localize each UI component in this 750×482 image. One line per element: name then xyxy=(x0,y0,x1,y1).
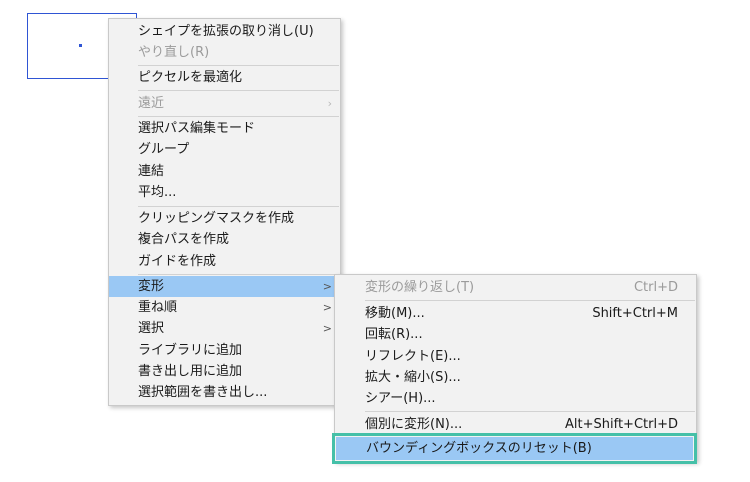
menu-item-group[interactable]: グループ xyxy=(109,139,340,160)
submenu-item-reflect[interactable]: リフレクト(E)... xyxy=(335,346,696,367)
menu-item-label: 移動(M)... xyxy=(365,306,425,321)
chevron-right-icon: › xyxy=(327,97,332,110)
menu-item-label: 複合パスを作成 xyxy=(138,232,230,247)
menu-item-average[interactable]: 平均... xyxy=(109,182,340,203)
menu-separator xyxy=(365,300,695,301)
menu-item-label: ライブラリに追加 xyxy=(138,343,243,358)
shape-center-point xyxy=(79,44,82,47)
menu-item-shortcut: Ctrl+D xyxy=(633,280,678,295)
submenu-item-shear[interactable]: シアー(H)... xyxy=(335,388,696,409)
menu-item-make-clipping-mask[interactable]: クリッピングマスクを作成 xyxy=(109,208,340,229)
menu-item-label: ガイドを作成 xyxy=(138,254,217,269)
menu-item-shortcut: Shift+Ctrl+M xyxy=(592,306,678,321)
menu-item-label: ピクセルを最適化 xyxy=(138,70,243,85)
menu-item-label: 選択範囲を書き出し... xyxy=(138,385,268,400)
submenu-item-reset-bounding-box[interactable]: バウンディングボックスのリセット(B) xyxy=(332,433,697,464)
menu-item-label: シェイプを拡張の取り消し(U) xyxy=(138,24,314,39)
menu-item-label: バウンディングボックスのリセット(B) xyxy=(366,441,592,456)
menu-item-label: クリッピングマスクを作成 xyxy=(138,211,295,226)
menu-item-add-to-library[interactable]: ライブラリに追加 xyxy=(109,340,340,361)
menu-separator xyxy=(138,206,339,207)
menu-item-select[interactable]: 選択 > xyxy=(109,318,340,339)
menu-item-label: やり直し(R) xyxy=(138,45,210,60)
menu-item-label: グループ xyxy=(138,142,190,157)
menu-item-perspective: 遠近 › xyxy=(109,93,340,114)
menu-item-redo: やり直し(R) xyxy=(109,42,340,63)
menu-item-label: 拡大・縮小(S)... xyxy=(365,370,461,385)
menu-item-make-compound-path[interactable]: 複合パスを作成 xyxy=(109,229,340,250)
menu-item-label: 書き出し用に追加 xyxy=(138,364,243,379)
menu-item-label: 変形 xyxy=(138,279,165,294)
menu-item-shortcut: Alt+Shift+Ctrl+D xyxy=(565,417,678,432)
menu-item-export-selection[interactable]: 選択範囲を書き出し... xyxy=(109,382,340,403)
menu-item-label: リフレクト(E)... xyxy=(365,349,461,364)
chevron-right-icon: > xyxy=(322,280,332,293)
submenu-item-move[interactable]: 移動(M)... Shift+Ctrl+M xyxy=(335,303,696,324)
menu-item-label: 回転(R)... xyxy=(365,327,423,342)
menu-item-undo[interactable]: シェイプを拡張の取り消し(U) xyxy=(109,21,340,42)
menu-item-label: 平均... xyxy=(138,185,177,200)
menu-separator xyxy=(365,411,695,412)
chevron-right-icon: > xyxy=(322,301,332,314)
menu-item-label: 変形の繰り返し(T) xyxy=(365,280,475,295)
transform-submenu: 変形の繰り返し(T) Ctrl+D 移動(M)... Shift+Ctrl+M 回転… xyxy=(332,274,697,464)
submenu-item-rotate[interactable]: 回転(R)... xyxy=(335,324,696,345)
submenu-item-transform-again: 変形の繰り返し(T) Ctrl+D xyxy=(335,277,696,298)
chevron-right-icon: > xyxy=(322,322,332,335)
submenu-item-transform-each[interactable]: 個別に変形(N)... Alt+Shift+Ctrl+D xyxy=(335,414,696,435)
menu-item-make-guides[interactable]: ガイドを作成 xyxy=(109,251,340,272)
menu-item-collect-for-export[interactable]: 書き出し用に追加 xyxy=(109,361,340,382)
menu-item-label: 遠近 xyxy=(138,96,165,111)
context-menu: シェイプを拡張の取り消し(U) やり直し(R) ピクセルを最適化 遠近 › 選択パ… xyxy=(108,18,341,406)
menu-item-transform[interactable]: 変形 > xyxy=(109,276,340,297)
menu-separator xyxy=(138,65,339,66)
menu-item-label: 重ね順 xyxy=(138,300,178,315)
menu-item-label: 選択パス編集モード xyxy=(138,121,256,136)
menu-separator xyxy=(138,274,339,275)
menu-separator xyxy=(138,116,339,117)
menu-item-pixel-optimize[interactable]: ピクセルを最適化 xyxy=(109,67,340,88)
menu-item-label: 連結 xyxy=(138,164,165,179)
menu-item-join[interactable]: 連結 xyxy=(109,161,340,182)
menu-item-isolation-mode[interactable]: 選択パス編集モード xyxy=(109,118,340,139)
menu-item-label: シアー(H)... xyxy=(365,391,436,406)
submenu-item-scale[interactable]: 拡大・縮小(S)... xyxy=(335,367,696,388)
menu-item-label: 個別に変形(N)... xyxy=(365,417,463,432)
menu-item-arrange[interactable]: 重ね順 > xyxy=(109,297,340,318)
menu-item-label: 選択 xyxy=(138,321,165,336)
menu-separator xyxy=(138,90,339,91)
